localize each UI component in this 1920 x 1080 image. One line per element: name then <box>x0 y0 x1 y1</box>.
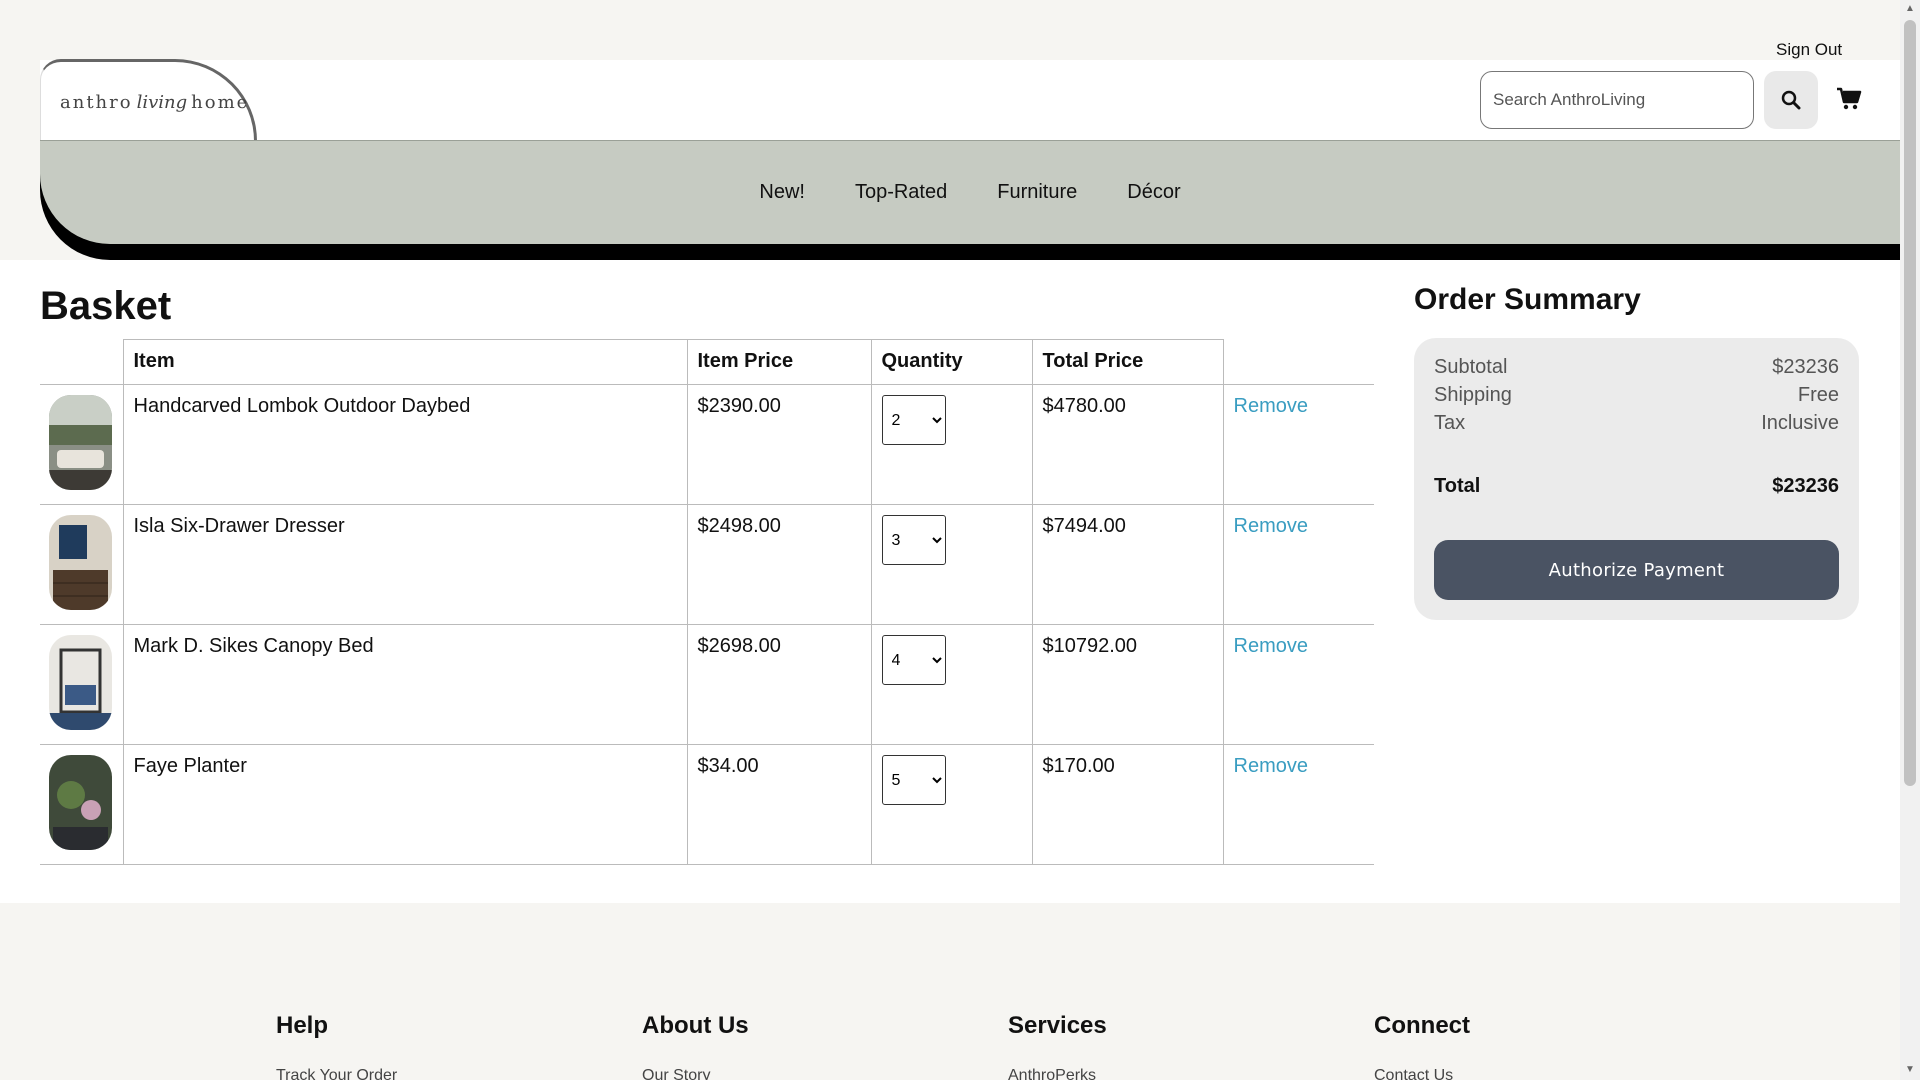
shipping-row: Shipping Free <box>1434 384 1839 407</box>
header-item: Item <box>122 339 688 385</box>
remove-cell: Remove <box>1223 384 1374 505</box>
tax-row: Tax Inclusive <box>1434 412 1839 435</box>
tax-value: Inclusive <box>1761 412 1839 434</box>
footer-heading: About Us <box>642 1012 749 1039</box>
footer-col-about: About Us <box>642 1012 749 1040</box>
scroll-down-arrow-icon[interactable]: ▼ <box>1905 1064 1915 1075</box>
total-price: $170.00 <box>1032 744 1224 865</box>
total-label: Total <box>1434 475 1481 497</box>
product-name[interactable]: Mark D. Sikes Canopy Bed <box>122 624 688 745</box>
footer-col-connect: Connect <box>1374 1012 1470 1040</box>
footer-link[interactable]: Contact Us <box>1374 1067 1453 1080</box>
vertical-scrollbar[interactable]: ▲ ▼ <box>1900 0 1920 1080</box>
quantity-cell: 2 <box>871 384 1033 505</box>
quantity-select[interactable]: 3 <box>881 515 946 565</box>
table-row: Isla Six-Drawer Dresser $2498.00 3 $7494… <box>40 504 1374 625</box>
search-button[interactable] <box>1764 71 1818 129</box>
total-value: $23236 <box>1772 475 1839 497</box>
table-header-row: Item Item Price Quantity Total Price <box>40 339 1374 385</box>
table-row: Handcarved Lombok Outdoor Daybed $2390.0… <box>40 384 1374 505</box>
item-price: $2390.00 <box>687 384 872 505</box>
footer-heading: Connect <box>1374 1012 1470 1039</box>
logo-part-anthro: anthro <box>60 92 133 113</box>
quantity-select[interactable]: 2 <box>881 395 946 445</box>
nav-item-furniture[interactable]: Furniture <box>997 181 1077 204</box>
canopy-bed-product-image[interactable] <box>49 635 112 730</box>
header-remove-cell <box>1223 339 1374 385</box>
footer-col-help: Help <box>276 1012 328 1040</box>
sign-out-link[interactable]: Sign Out <box>1776 40 1842 60</box>
footer-link[interactable]: AnthroPerks <box>1008 1067 1096 1080</box>
product-image-cell <box>40 384 123 505</box>
nav-item-decor[interactable]: Décor <box>1127 181 1180 204</box>
table-row: Faye Planter $34.00 5 $170.00 Remove <box>40 744 1374 865</box>
logo-part-home: home <box>191 92 250 113</box>
top-bar <box>0 0 1900 60</box>
header-quantity: Quantity <box>871 339 1033 385</box>
search-input[interactable] <box>1480 71 1754 129</box>
quantity-cell: 3 <box>871 504 1033 625</box>
subtotal-value: $23236 <box>1772 356 1839 378</box>
search-icon <box>1781 90 1801 110</box>
nav-item-top-rated[interactable]: Top-Rated <box>855 181 947 204</box>
item-price: $2498.00 <box>687 504 872 625</box>
footer-heading: Services <box>1008 1012 1107 1039</box>
total-row: Total $23236 <box>1434 475 1839 498</box>
product-image-cell <box>40 624 123 745</box>
logo[interactable]: anthro living home <box>60 92 249 113</box>
footer-heading: Help <box>276 1012 329 1039</box>
remove-cell: Remove <box>1223 624 1374 745</box>
scroll-up-arrow-icon[interactable]: ▲ <box>1905 3 1915 14</box>
footer-col-services: Services <box>1008 1012 1107 1040</box>
quantity-cell: 4 <box>871 624 1033 745</box>
planter-product-image[interactable] <box>49 755 112 850</box>
cart-icon[interactable] <box>1836 86 1862 112</box>
product-name[interactable]: Handcarved Lombok Outdoor Daybed <box>122 384 688 505</box>
header-item-price: Item Price <box>687 339 872 385</box>
remove-cell: Remove <box>1223 744 1374 865</box>
quantity-select[interactable]: 5 <box>881 755 946 805</box>
dresser-product-image[interactable] <box>49 515 112 610</box>
footer-link[interactable]: Our Story <box>642 1067 710 1080</box>
main-nav: New! Top-Rated Furniture Décor <box>40 140 1900 244</box>
header-image-cell <box>40 339 123 385</box>
nav-item-new[interactable]: New! <box>759 181 805 204</box>
footer <box>0 903 1900 1080</box>
remove-button[interactable]: Remove <box>1234 395 1308 417</box>
tax-label: Tax <box>1434 412 1466 434</box>
remove-button[interactable]: Remove <box>1234 515 1308 537</box>
daybed-product-image[interactable] <box>49 395 112 490</box>
quantity-cell: 5 <box>871 744 1033 865</box>
shipping-label: Shipping <box>1434 384 1512 406</box>
item-price: $34.00 <box>687 744 872 865</box>
product-name[interactable]: Faye Planter <box>122 744 688 865</box>
shipping-value: Free <box>1797 384 1839 406</box>
header-total-price: Total Price <box>1032 339 1224 385</box>
authorize-payment-button[interactable]: Authorize Payment <box>1434 540 1839 600</box>
order-summary-title: Order Summary <box>1414 283 1641 316</box>
product-name[interactable]: Isla Six-Drawer Dresser <box>122 504 688 625</box>
total-price: $10792.00 <box>1032 624 1224 745</box>
remove-button[interactable]: Remove <box>1234 635 1308 657</box>
basket-table: Item Item Price Quantity Total Price Han… <box>40 339 1374 865</box>
basket-title: Basket <box>40 284 172 328</box>
product-image-cell <box>40 744 123 865</box>
order-summary-box: Subtotal $23236 Shipping Free Tax Inclus… <box>1414 338 1859 620</box>
scrollbar-thumb[interactable] <box>1904 20 1916 786</box>
total-price: $7494.00 <box>1032 504 1224 625</box>
total-price: $4780.00 <box>1032 384 1224 505</box>
remove-cell: Remove <box>1223 504 1374 625</box>
quantity-select[interactable]: 4 <box>881 635 946 685</box>
logo-part-living: living <box>136 92 188 113</box>
product-image-cell <box>40 504 123 625</box>
footer-link[interactable]: Track Your Order <box>276 1067 397 1080</box>
remove-button[interactable]: Remove <box>1234 755 1308 777</box>
table-row: Mark D. Sikes Canopy Bed $2698.00 4 $107… <box>40 624 1374 745</box>
item-price: $2698.00 <box>687 624 872 745</box>
subtotal-row: Subtotal $23236 <box>1434 356 1839 379</box>
subtotal-label: Subtotal <box>1434 356 1508 378</box>
